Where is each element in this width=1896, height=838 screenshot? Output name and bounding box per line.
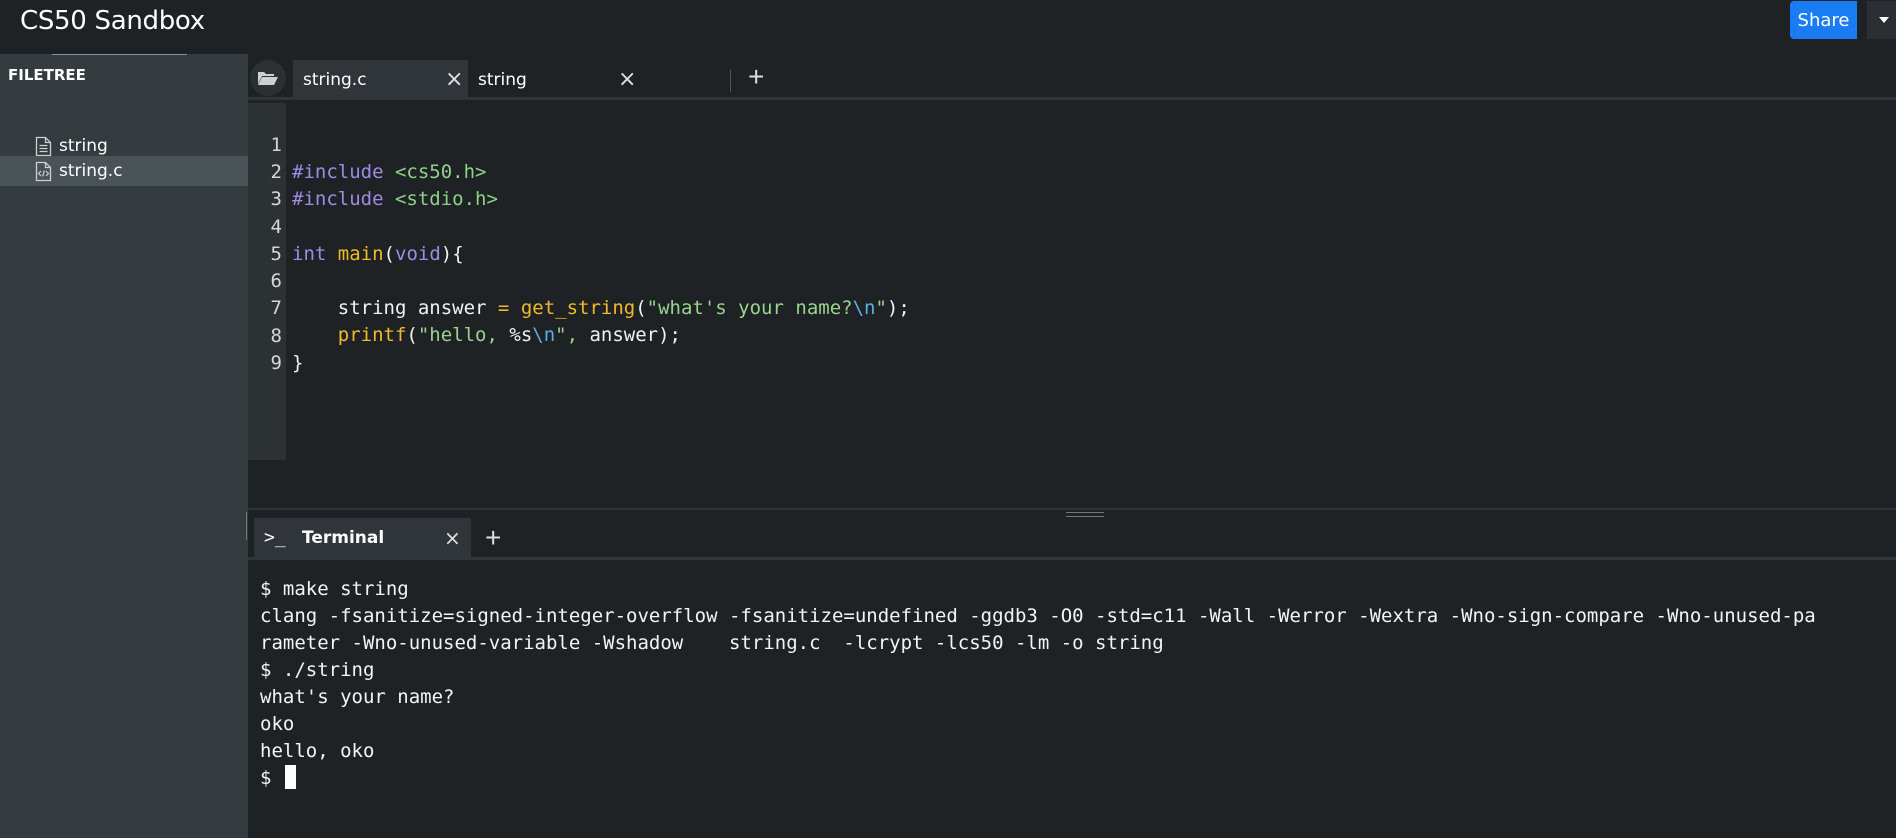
code-line: 7 printf("hello, %s\n", answer);: [248, 268, 1896, 346]
code-line: 2 #include <stdio.h>: [248, 132, 1896, 210]
add-terminal-button[interactable]: +: [485, 522, 501, 554]
code-line: 8 }: [248, 296, 1896, 374]
share-dropdown-toggle[interactable]: [1867, 1, 1896, 39]
file-name: string: [59, 136, 108, 156]
close-terminal-icon[interactable]: ×: [444, 526, 461, 550]
code-line: 4 int main(void){: [248, 187, 1896, 265]
file-item-string-c[interactable]: string.c: [0, 156, 248, 186]
add-tab-button[interactable]: +: [748, 63, 764, 91]
code-line: 9: [248, 323, 1896, 374]
file-tree-sidebar: FILETREE string string.c: [0, 54, 250, 838]
code-editor[interactable]: 1 #include <cs50.h> 2 #include <stdio.h>…: [248, 103, 1896, 508]
terminal-line: $ ./string: [260, 659, 375, 681]
tab-label: string.c: [303, 70, 367, 90]
share-button[interactable]: Share: [1790, 1, 1857, 39]
tab-string[interactable]: string ×: [468, 60, 643, 100]
terminal-input-line[interactable]: $: [260, 765, 296, 792]
tab-label: string: [478, 70, 527, 90]
code-file-icon: [34, 160, 53, 183]
open-folder-button[interactable]: [250, 60, 286, 96]
folder-open-icon: [258, 72, 278, 85]
top-navbar: CS50 Sandbox Share: [0, 0, 1896, 54]
line-number: 9: [270, 352, 282, 374]
file-name: string.c: [59, 161, 123, 181]
tab-string-c[interactable]: string.c ×: [293, 60, 468, 100]
code-line: 6 string answer = get_string("what's you…: [248, 241, 1896, 319]
terminal-cursor: [284, 765, 296, 789]
terminal-tab-label: Terminal: [302, 527, 385, 548]
terminal-line: rameter -Wno-unused-variable -Wshadow st…: [260, 632, 1164, 654]
close-tab-icon[interactable]: ×: [618, 69, 636, 91]
terminal-prompt: $: [260, 767, 283, 789]
terminal-icon: >_: [264, 527, 286, 548]
terminal-output[interactable]: $ make string clang -fsanitize=signed-in…: [248, 560, 1896, 838]
terminal-line: hello, oko: [260, 740, 375, 762]
text-file-icon: [34, 135, 53, 158]
tab-terminal[interactable]: >_ Terminal ×: [254, 518, 471, 557]
app-title: CS50 Sandbox: [20, 6, 205, 36]
terminal-line: $ make string: [260, 578, 409, 600]
filetree-heading: FILETREE: [8, 66, 86, 84]
terminal-line: oko: [260, 713, 295, 735]
splitter-grip-icon[interactable]: [1066, 512, 1104, 517]
code-line: 5: [248, 214, 1896, 265]
terminal-tab-bar: >_ Terminal × +: [248, 518, 1896, 560]
close-tab-icon[interactable]: ×: [445, 69, 463, 91]
terminal-line: clang -fsanitize=signed-integer-overflow…: [260, 605, 1816, 627]
tab-divider: [730, 70, 731, 92]
editor-tab-bar: string.c × string × +: [248, 54, 1896, 100]
terminal-line: what's your name?: [260, 686, 455, 708]
panel-splitter[interactable]: [248, 508, 1896, 518]
code-line: 1 #include <cs50.h>: [248, 105, 1896, 183]
code-line: 3: [248, 159, 1896, 210]
sidebar-divider: [52, 54, 187, 55]
